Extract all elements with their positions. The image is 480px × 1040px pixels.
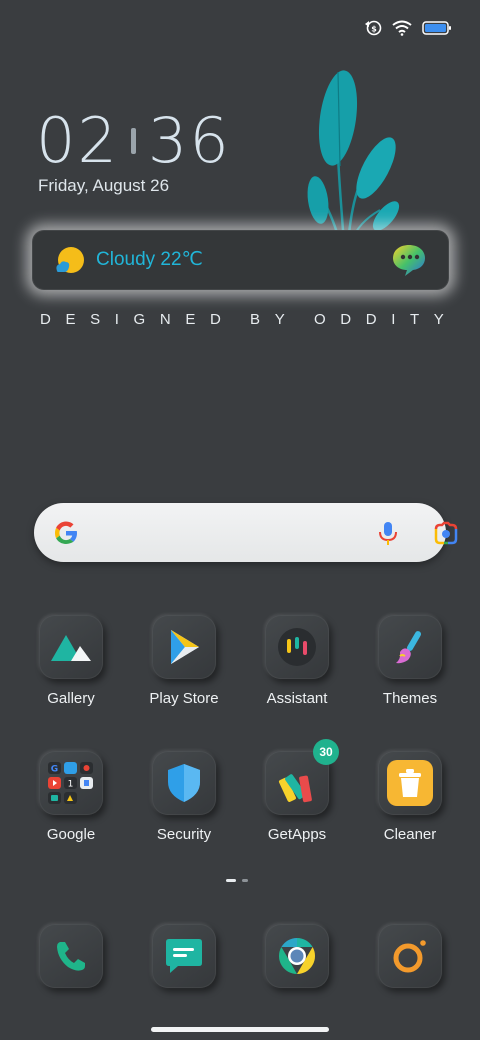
dock-camera[interactable] [360, 924, 460, 988]
app-label: Cleaner [383, 826, 437, 843]
app-themes[interactable]: Themes [360, 615, 460, 707]
app-label: Themes [382, 690, 438, 707]
page-dot [242, 879, 248, 882]
weather-text: Cloudy 22℃ [96, 249, 203, 270]
svg-text:G: G [51, 765, 58, 775]
data-saver-icon: $ [365, 20, 382, 36]
date-label[interactable]: Friday, August 26 [38, 176, 169, 196]
security-tile[interactable] [152, 751, 216, 815]
app-play-store[interactable]: Play Store [134, 615, 234, 707]
tagline: D E S I G N E D B Y O D D I T Y [40, 311, 444, 328]
clock[interactable]: 02 36 [36, 104, 231, 177]
lens-icon[interactable] [433, 521, 459, 545]
camera-icon [393, 940, 426, 973]
gallery-tile[interactable] [39, 615, 103, 679]
google-folder-icon: G 1 [48, 762, 93, 804]
weather-widget[interactable]: Cloudy 22℃ [32, 230, 449, 290]
partly-cloudy-icon [56, 247, 84, 273]
dock-chrome[interactable] [247, 924, 347, 988]
app-cleaner[interactable]: Cleaner [360, 751, 460, 843]
security-icon [168, 764, 200, 802]
dock-phone[interactable] [21, 924, 121, 988]
app-label: Assistant [266, 690, 328, 707]
themes-icon [396, 631, 421, 664]
status-bar: $ [364, 16, 452, 40]
getapps-tile[interactable]: 30 [265, 739, 339, 815]
battery-icon [422, 21, 451, 35]
phone-tile[interactable] [39, 924, 103, 988]
cleaner-icon [387, 760, 433, 806]
app-security[interactable]: Security [134, 751, 234, 843]
mic-icon[interactable] [377, 521, 399, 547]
camera-tile[interactable] [378, 924, 442, 988]
app-label: Play Store [149, 690, 219, 707]
app-getapps[interactable]: 30 GetApps [247, 739, 347, 843]
clock-minutes: 36 [147, 104, 231, 177]
app-google-folder[interactable]: G 1 Google [21, 751, 121, 843]
google-folder-tile[interactable]: G 1 [39, 751, 103, 815]
app-label: Security [156, 826, 212, 843]
cleaner-tile[interactable] [378, 751, 442, 815]
app-assistant[interactable]: Assistant [247, 615, 347, 707]
chrome-icon [278, 938, 316, 974]
themes-tile[interactable] [378, 615, 442, 679]
messages-icon [166, 939, 202, 973]
gallery-icon [51, 635, 91, 661]
svg-text:$: $ [371, 25, 377, 34]
messages-tile[interactable] [152, 924, 216, 988]
clock-hours: 02 [36, 104, 119, 177]
google-search-bar[interactable] [34, 503, 458, 562]
google-g-icon [55, 521, 77, 544]
chrome-tile[interactable] [265, 924, 329, 988]
assistant-tile[interactable] [265, 615, 329, 679]
phone-icon [57, 942, 85, 971]
app-label: Google [46, 826, 96, 843]
assistant-icon [278, 628, 316, 666]
chat-bubble-icon [393, 245, 425, 276]
dock-messages[interactable] [134, 924, 234, 988]
app-gallery[interactable]: Gallery [21, 615, 121, 707]
clock-separator [130, 127, 136, 154]
notification-badge: 30 [313, 739, 339, 765]
getapps-icon [278, 774, 312, 803]
play-store-icon [171, 630, 199, 664]
svg-text:1: 1 [68, 780, 74, 790]
app-label: Gallery [47, 690, 95, 707]
app-label: GetApps [267, 826, 327, 843]
wifi-icon [392, 20, 412, 36]
gesture-bar[interactable] [151, 1027, 329, 1032]
page-indicator[interactable] [226, 879, 248, 882]
play-store-tile[interactable] [152, 615, 216, 679]
page-dot-active [226, 879, 236, 882]
